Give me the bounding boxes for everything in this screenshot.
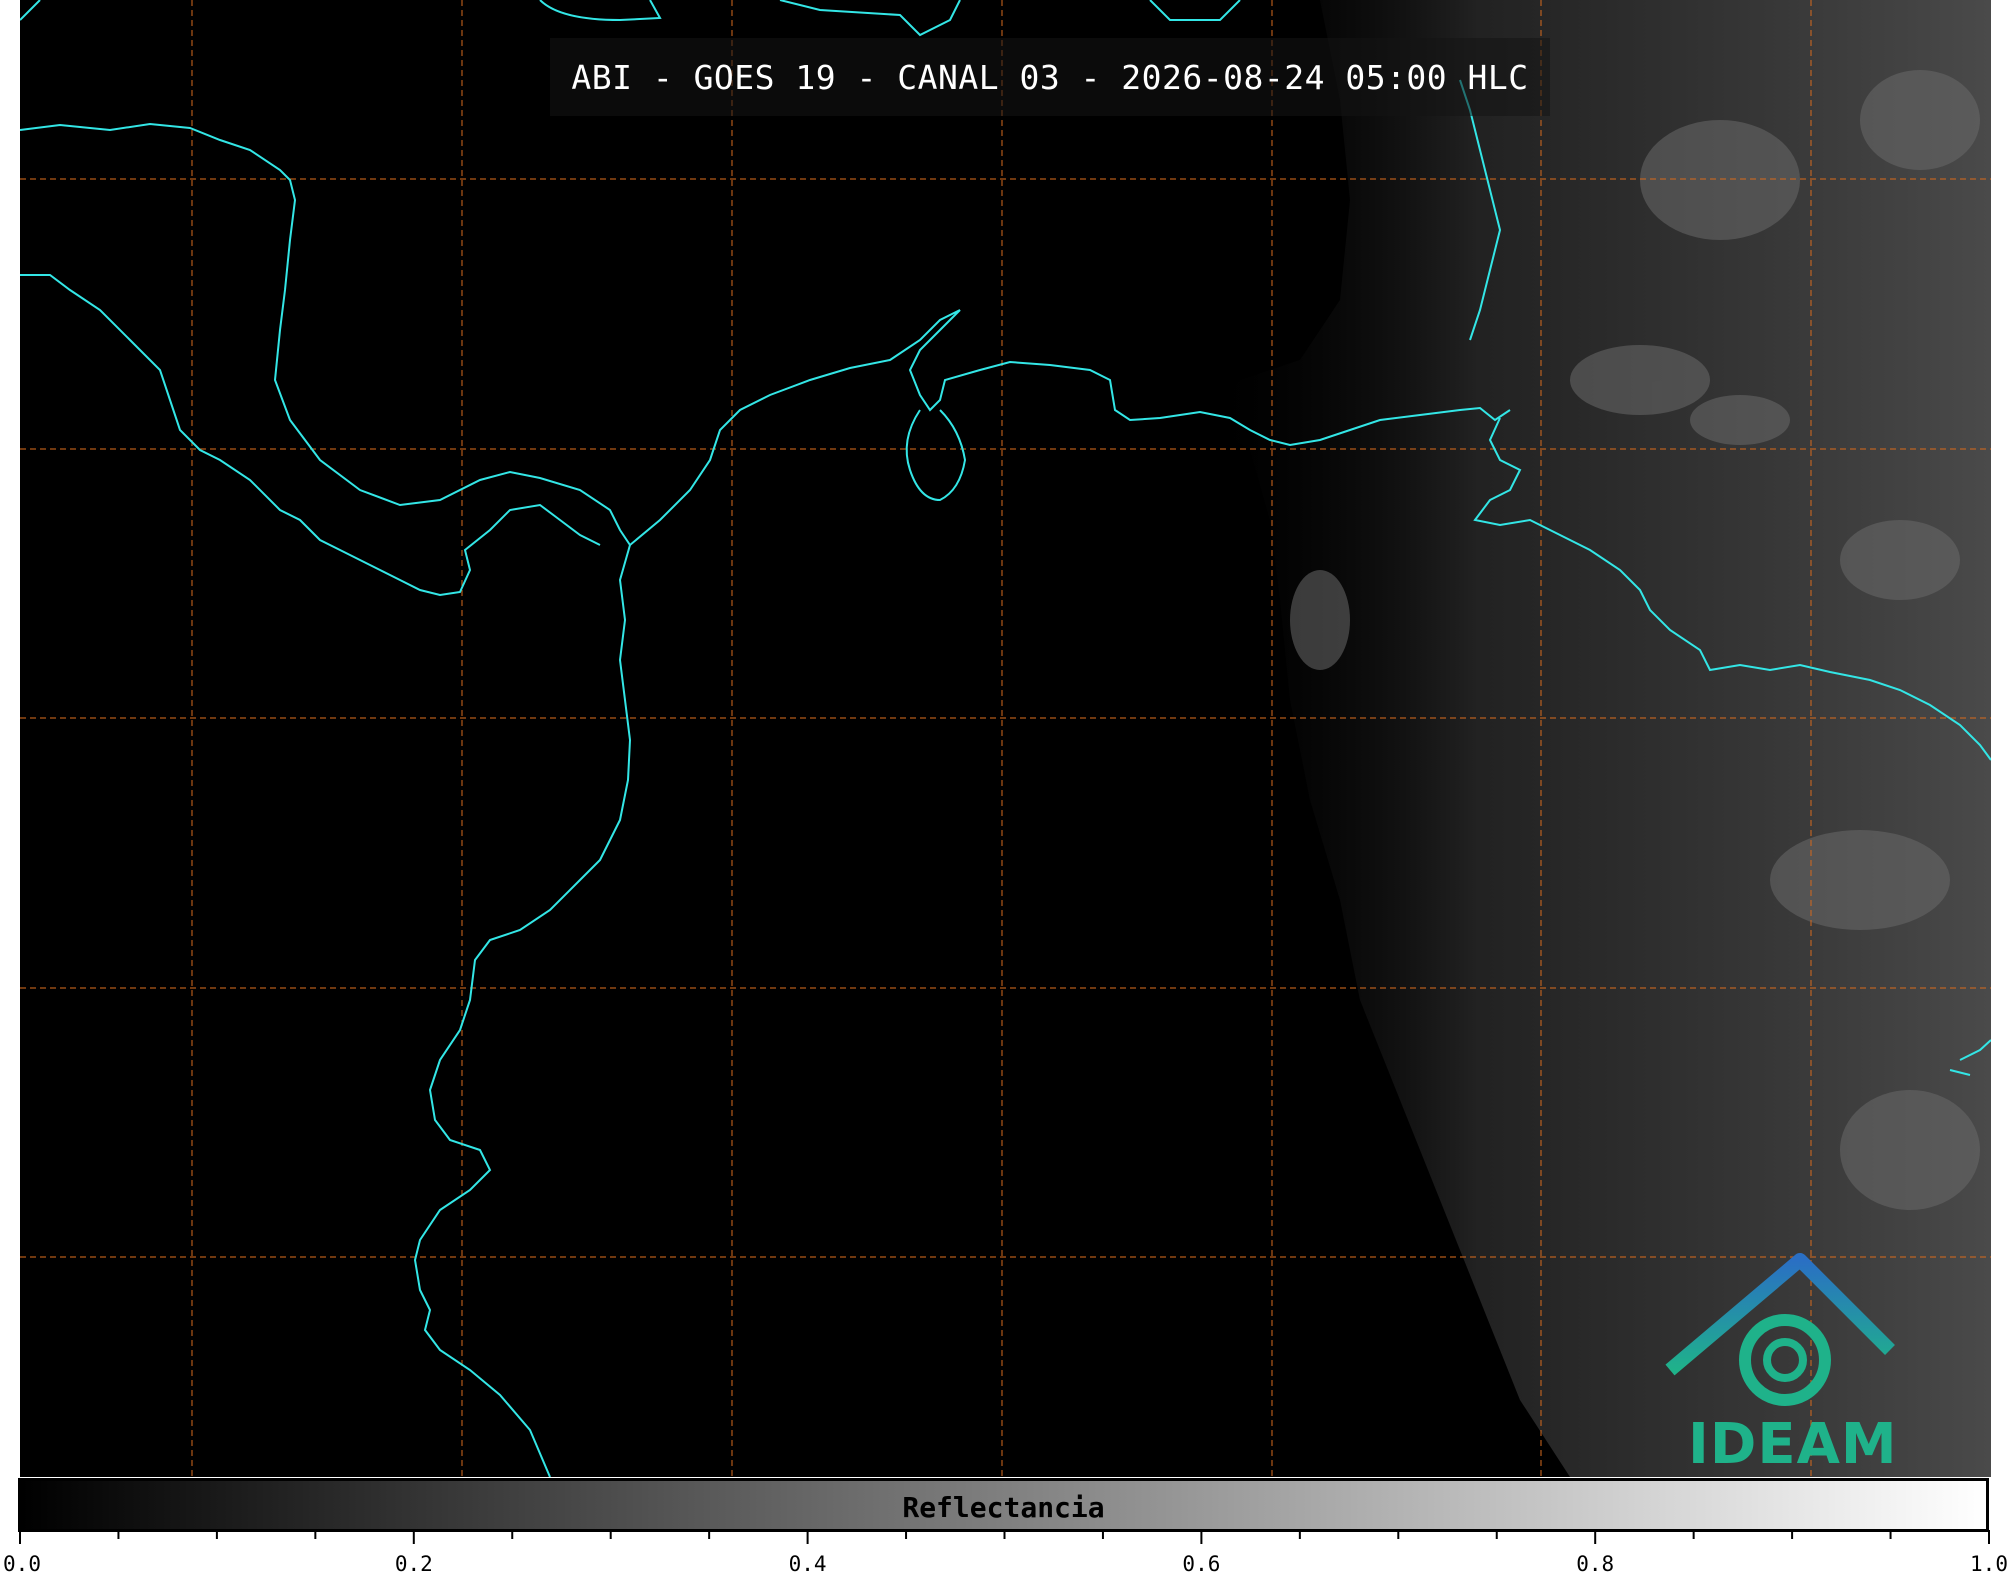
illuminated-region [1200, 0, 1991, 1477]
satellite-map [20, 0, 1991, 1477]
satellite-image-panel: ABI - GOES 19 - CANAL 03 - 2026-08-24 05… [20, 0, 1991, 1477]
colorbar-tick-label: 0.8 [1576, 1552, 1615, 1576]
colorbar-tick-label: 0.2 [394, 1552, 433, 1576]
colorbar-tick-label: 0.4 [788, 1552, 827, 1576]
colorbar-tick-label: 0.6 [1182, 1552, 1221, 1576]
ideam-logo-text: IDEAM [1688, 1412, 1898, 1477]
colorbar: Reflectancia [18, 1478, 1989, 1532]
colorbar-tick-label: 1.0 [1970, 1552, 2008, 1576]
map-title: ABI - GOES 19 - CANAL 03 - 2026-08-24 05… [550, 38, 1550, 116]
colorbar-label: Reflectancia [902, 1491, 1105, 1524]
colorbar-ticks [19, 1530, 1990, 1544]
colorbar-tick-label: 0.0 [3, 1552, 41, 1576]
